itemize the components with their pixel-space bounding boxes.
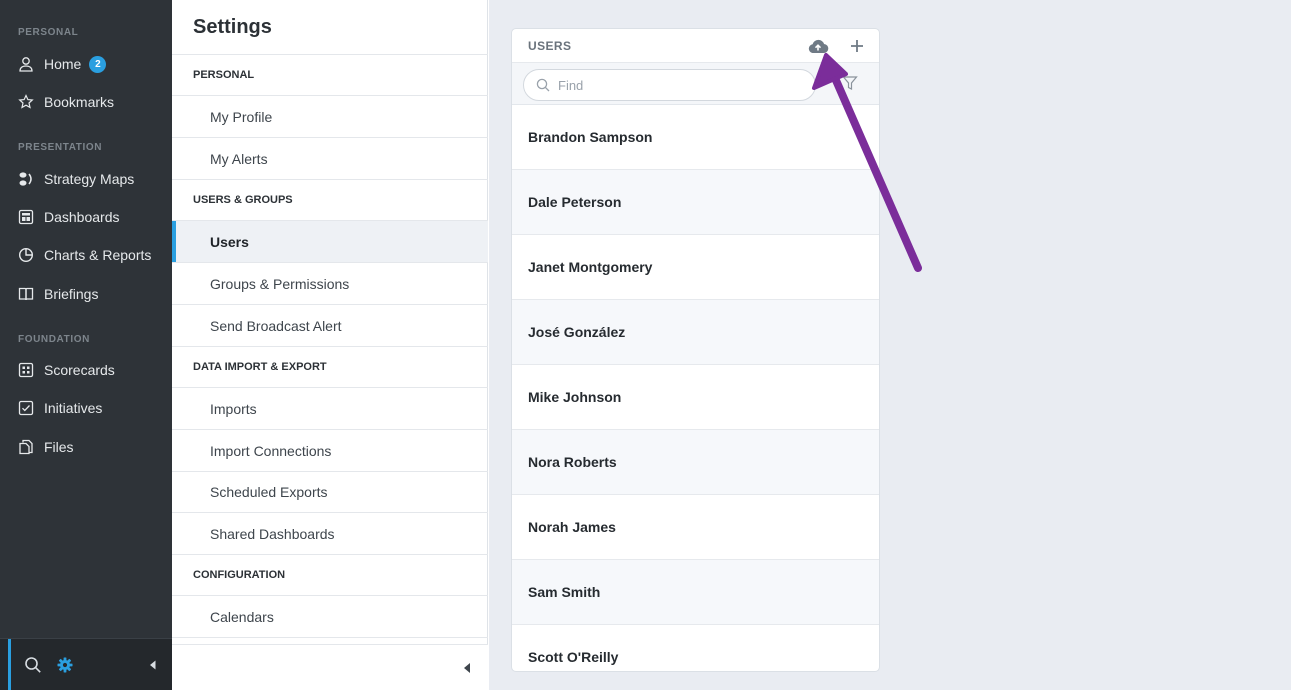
nav-item-label: Dashboards [44,209,120,225]
users-card-header: USERS [512,29,879,63]
user-row[interactable]: Sam Smith [512,560,879,625]
settings-item-shared-dashboards[interactable]: Shared Dashboards [172,513,488,555]
settings-item-scheduled-exports[interactable]: Scheduled Exports [172,471,488,513]
user-row[interactable]: Dale Peterson [512,170,879,235]
nav-footer [0,638,172,690]
nav-item-initiatives[interactable]: Initiatives [0,390,172,426]
nav-item-label: Charts & Reports [44,247,152,263]
user-row[interactable]: José González [512,300,879,365]
settings-item-import-connections[interactable]: Import Connections [172,430,488,472]
users-card-title: USERS [528,38,572,53]
settings-item-groups-permissions[interactable]: Groups & Permissions [172,263,488,305]
settings-section-users-groups: USERS & GROUPS [172,180,488,221]
nav-item-home[interactable]: Home 2 [0,46,172,82]
user-row[interactable]: Brandon Sampson [512,105,879,170]
settings-item-imports[interactable]: Imports [172,388,488,430]
settings-footer [172,644,488,690]
main-nav: PERSONAL Home 2 Bookmarks PRESENTATION S… [0,0,172,690]
nav-item-scorecards[interactable]: Scorecards [0,352,172,388]
nav-item-briefings[interactable]: Briefings [0,276,172,312]
nav-item-label: Bookmarks [44,94,115,110]
user-row[interactable]: Scott O'Reilly [512,625,879,671]
nav-item-label: Briefings [44,286,99,302]
user-row[interactable]: Norah James [512,495,879,560]
notification-badge: 2 [89,55,107,73]
book-icon [18,286,34,302]
user-row[interactable]: Janet Montgomery [512,235,879,300]
nav-section-foundation: FOUNDATION [18,334,90,345]
nav-section-presentation: PRESENTATION [18,142,103,153]
search-icon[interactable] [23,655,43,675]
nav-item-dashboards[interactable]: Dashboards [0,199,172,235]
settings-panel: Settings PERSONAL My Profile My Alerts U… [172,0,488,690]
dashboard-icon [18,209,34,225]
nav-item-files[interactable]: Files [0,429,172,465]
search-row [512,63,879,105]
nav-item-strategy-maps[interactable]: Strategy Maps [0,161,172,197]
nav-item-label: Home [44,56,82,72]
nav-item-label: Files [44,439,74,455]
nav-item-label: Scorecards [44,362,115,378]
nav-item-label: Initiatives [44,400,103,416]
scorecard-icon [18,362,34,378]
search-input[interactable] [558,77,788,93]
upload-cloud-icon[interactable] [807,36,829,56]
filter-icon[interactable] [842,75,860,93]
user-row[interactable]: Nora Roberts [512,430,879,495]
nav-item-label: Strategy Maps [44,171,135,187]
settings-item-users[interactable]: Users [172,221,488,263]
search-icon [536,78,550,92]
user-icon [18,56,34,72]
nav-item-bookmarks[interactable]: Bookmarks [0,84,172,120]
checkbox-icon [18,400,34,416]
main-content: USERS Brandon Sampson Dale Peterson Jane… [489,0,1291,690]
settings-section-configuration: CONFIGURATION [172,555,488,596]
add-user-button[interactable] [846,36,868,56]
active-indicator [8,639,11,690]
settings-item-my-alerts[interactable]: My Alerts [172,138,488,180]
file-icon [18,439,34,455]
strategy-map-icon [18,171,34,187]
nav-item-charts-reports[interactable]: Charts & Reports [0,237,172,273]
collapse-nav-icon[interactable] [143,655,163,675]
nav-section-personal: PERSONAL [18,27,79,38]
search-box [523,69,816,101]
page-title: Settings [193,16,272,38]
gear-icon[interactable] [55,655,75,675]
users-card: USERS Brandon Sampson Dale Peterson Jane… [511,28,880,672]
settings-section-data-import-export: DATA IMPORT & EXPORT [172,347,488,388]
settings-item-my-profile[interactable]: My Profile [172,96,488,138]
settings-item-send-broadcast-alert[interactable]: Send Broadcast Alert [172,305,488,347]
settings-section-personal: PERSONAL [172,55,488,96]
settings-item-calendars[interactable]: Calendars [172,596,488,638]
pie-chart-icon [18,247,34,263]
user-row[interactable]: Mike Johnson [512,365,879,430]
star-icon [18,94,34,110]
collapse-panel-icon[interactable] [460,661,474,675]
